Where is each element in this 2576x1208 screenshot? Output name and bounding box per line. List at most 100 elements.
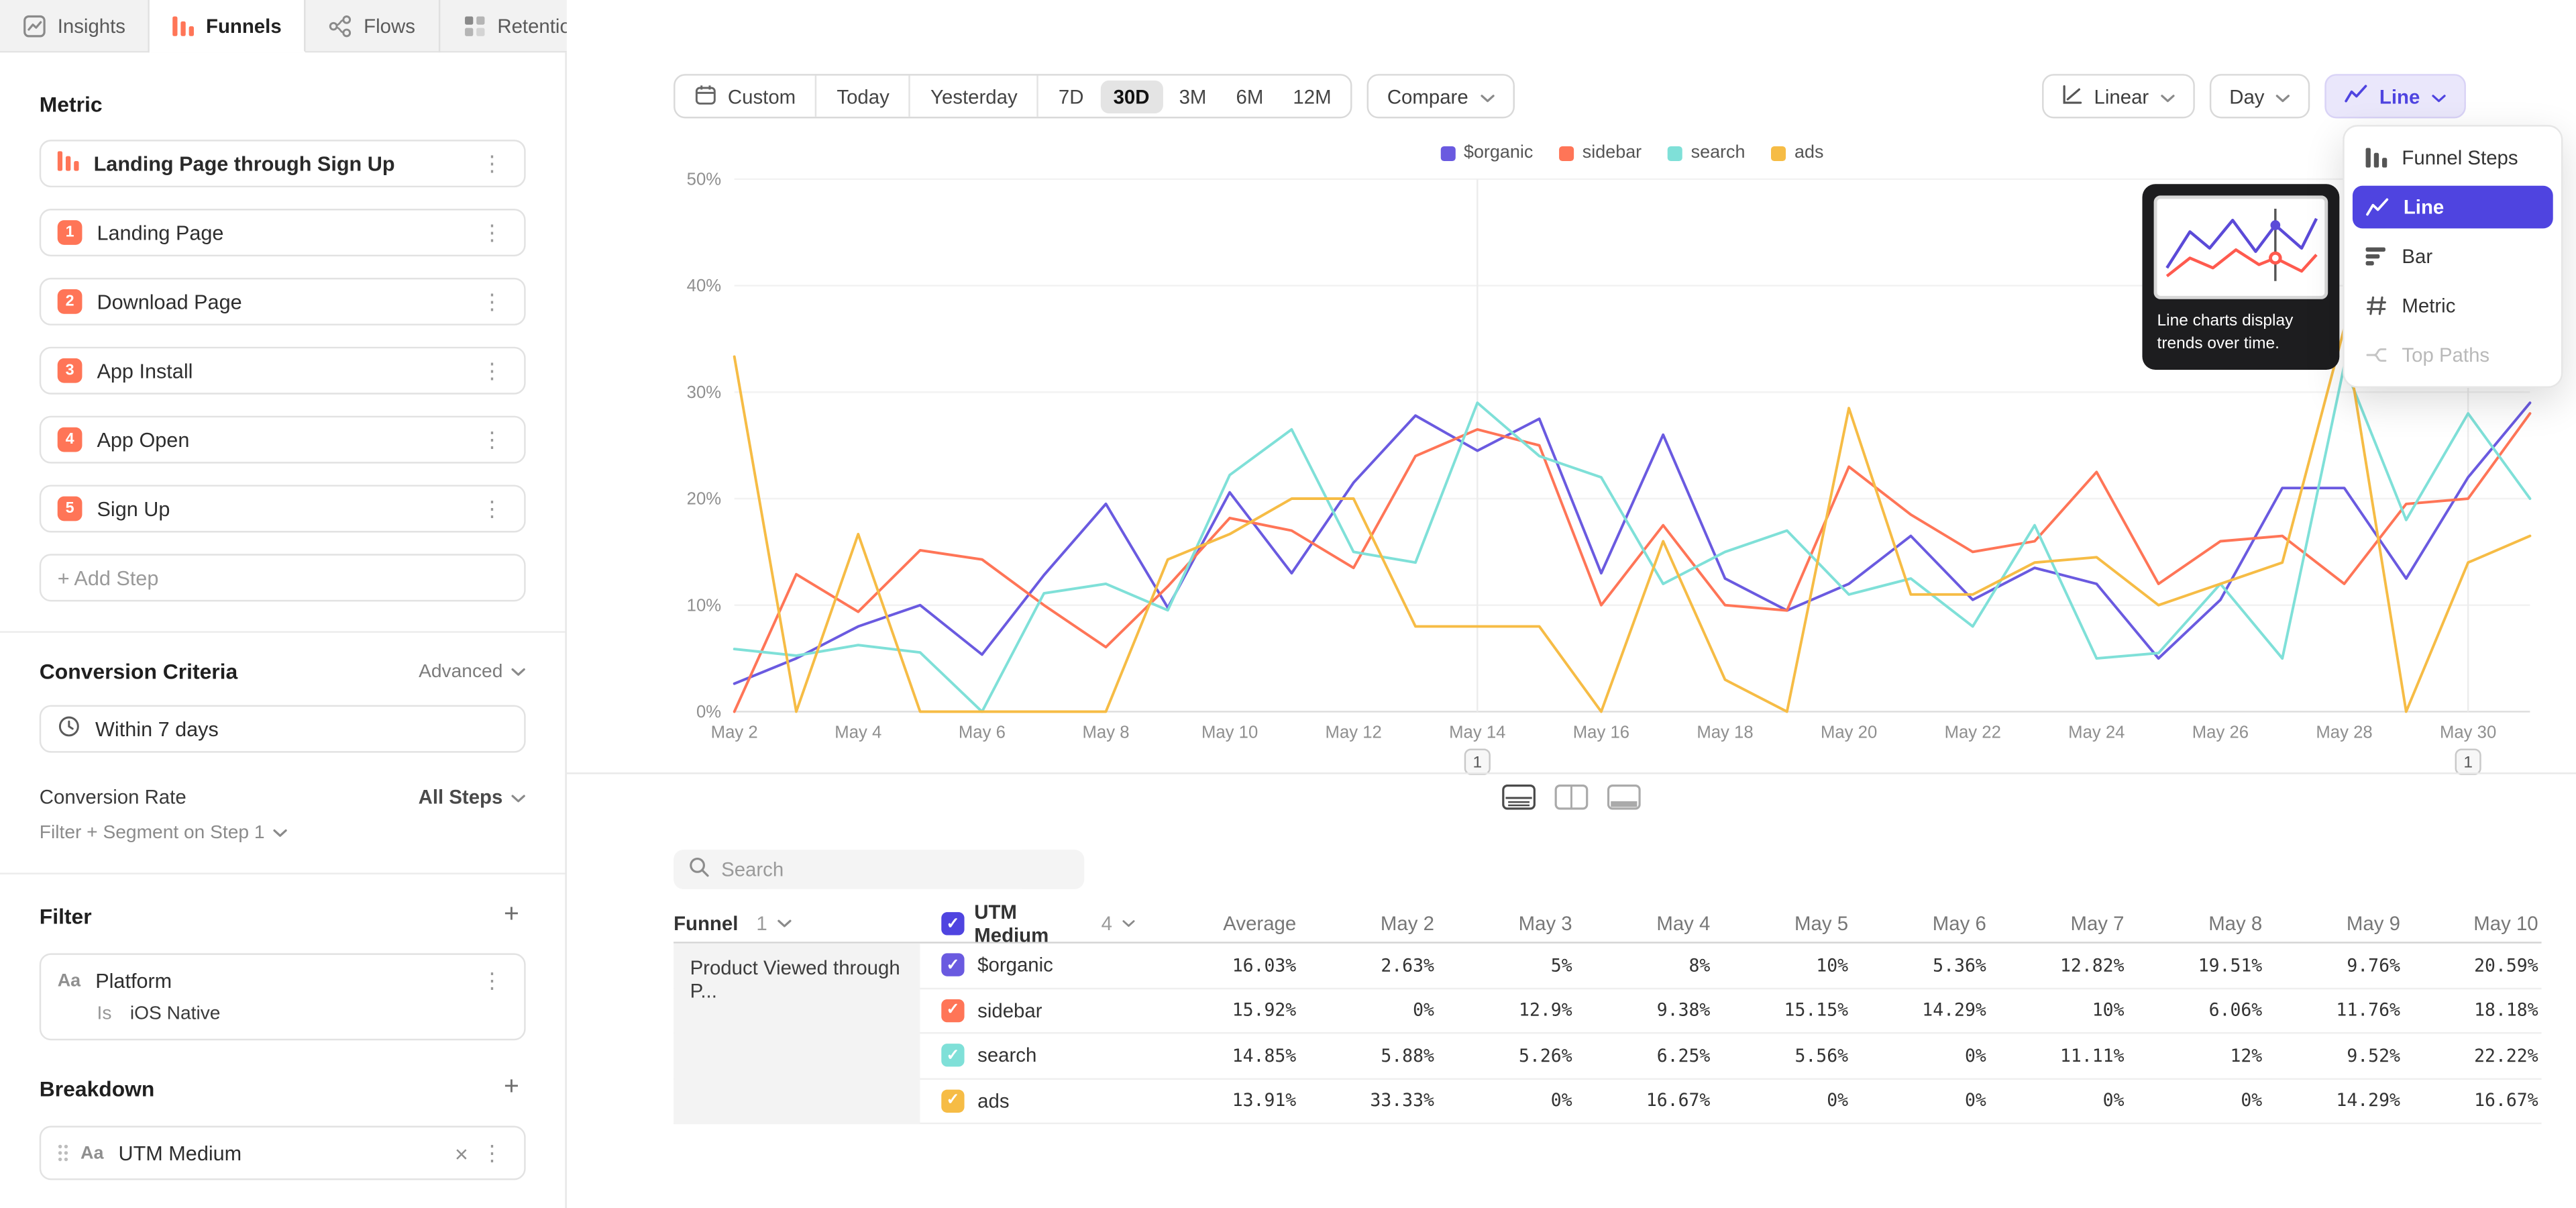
funnel-title-row[interactable]: Landing Page through Sign Up ⋮ xyxy=(40,140,526,187)
menu-item-line[interactable]: Line xyxy=(2353,186,2553,229)
breakdown-column-dropdown[interactable]: ✓ UTM Medium 4 xyxy=(941,901,1135,947)
layout-table-only-button[interactable] xyxy=(1605,783,1643,812)
tab-insights[interactable]: Insights xyxy=(0,0,150,52)
column-header[interactable]: May 8 xyxy=(2127,912,2265,935)
range-button-6m[interactable]: 6M xyxy=(1223,80,1277,113)
series-checkbox[interactable]: ✓ xyxy=(941,999,964,1021)
all-steps-dropdown[interactable]: All Steps xyxy=(419,786,526,809)
column-header[interactable]: May 10 xyxy=(2404,912,2542,935)
breakdown-column-count: 4 xyxy=(1102,912,1112,935)
advanced-dropdown[interactable]: Advanced xyxy=(419,662,526,681)
value-cell: 0% xyxy=(1299,1000,1438,1021)
kebab-icon[interactable]: ⋮ xyxy=(476,1139,508,1167)
add-step-button[interactable]: + Add Step xyxy=(40,554,526,601)
range-button-12m[interactable]: 12M xyxy=(1280,80,1344,113)
funnel-steps-icon xyxy=(2366,148,2387,167)
divider xyxy=(0,631,565,632)
menu-item-funnel-steps[interactable]: Funnel Steps xyxy=(2353,136,2553,179)
series-checkbox[interactable]: ✓ xyxy=(941,954,964,976)
x-tick-label: May 24 xyxy=(2068,723,2125,742)
column-header[interactable]: May 5 xyxy=(1713,912,1851,935)
value-cell: 5.26% xyxy=(1438,1045,1576,1066)
date-button-yesterday[interactable]: Yesterday xyxy=(911,76,1039,117)
menu-item-metric[interactable]: Metric xyxy=(2353,285,2553,328)
remove-breakdown-icon[interactable]: × xyxy=(447,1140,477,1166)
value-cell: 0% xyxy=(1851,1045,1990,1066)
add-filter-button[interactable]: + xyxy=(497,901,525,930)
series-checkbox[interactable]: ✓ xyxy=(941,1044,964,1067)
conversion-window-row[interactable]: Within 7 days xyxy=(40,705,526,753)
drag-handle-icon[interactable] xyxy=(58,1144,69,1162)
range-button-7d[interactable]: 7D xyxy=(1045,80,1097,113)
column-header[interactable]: Average xyxy=(1135,912,1299,935)
layout-split-button[interactable] xyxy=(1552,783,1590,812)
value-cell: 16.03% xyxy=(1135,954,1299,976)
column-header[interactable]: May 7 xyxy=(1990,912,2128,935)
chevron-down-icon xyxy=(511,662,526,681)
date-button-custom[interactable]: Custom xyxy=(676,76,817,117)
column-header[interactable]: May 6 xyxy=(1851,912,1990,935)
menu-item-label: Top Paths xyxy=(2402,344,2489,366)
line-chart-icon xyxy=(2345,84,2367,109)
chart-type-menu: Funnel Steps Line Bar Metric Top Paths xyxy=(2343,125,2563,388)
column-header[interactable]: May 3 xyxy=(1438,912,1576,935)
funnel-step-app-install[interactable]: 3 App Install ⋮ xyxy=(40,347,526,395)
chart-type-label: Line xyxy=(2379,85,2420,107)
menu-item-bar[interactable]: Bar xyxy=(2353,235,2553,278)
menu-item-label: Metric xyxy=(2402,294,2455,317)
breakdown-card-utm-medium[interactable]: Aa UTM Medium × ⋮ xyxy=(40,1126,526,1180)
add-breakdown-button[interactable]: + xyxy=(497,1073,525,1103)
search-input[interactable] xyxy=(721,858,1069,880)
kebab-icon[interactable]: ⋮ xyxy=(476,425,508,454)
x-tick-label: May 8 xyxy=(1083,723,1130,742)
filter-segment-dropdown[interactable]: Filter + Segment on Step 1 xyxy=(40,823,288,843)
funnel-step-landing-page[interactable]: 1 Landing Page ⋮ xyxy=(40,209,526,256)
advanced-label: Advanced xyxy=(419,662,502,681)
kebab-icon[interactable]: ⋮ xyxy=(476,150,508,178)
tab-funnels[interactable]: Funnels xyxy=(150,0,307,52)
series-line-ads[interactable] xyxy=(735,328,2530,711)
layout-chart-and-table-button[interactable] xyxy=(1500,783,1538,812)
column-header[interactable]: May 9 xyxy=(2265,912,2404,935)
tab-flows[interactable]: Flows xyxy=(306,0,439,52)
funnel-step-app-open[interactable]: 4 App Open ⋮ xyxy=(40,416,526,464)
column-header[interactable]: May 2 xyxy=(1299,912,1438,935)
compare-button[interactable]: Compare xyxy=(1367,74,1514,118)
kebab-icon[interactable]: ⋮ xyxy=(476,356,508,385)
value-cell: 12% xyxy=(2127,1045,2265,1066)
insights-icon xyxy=(23,15,46,38)
filter-value[interactable]: iOS Native xyxy=(130,1004,221,1023)
tab-label: Insights xyxy=(58,15,125,38)
value-cell: 18.18% xyxy=(2404,1000,2542,1021)
scale-button[interactable]: Linear xyxy=(2041,74,2195,118)
funnel-step-sign-up[interactable]: 5 Sign Up ⋮ xyxy=(40,485,526,532)
series-line-organic[interactable] xyxy=(735,403,2530,683)
series-checkbox[interactable]: ✓ xyxy=(941,1089,964,1112)
table-search xyxy=(674,850,1084,889)
date-button-today[interactable]: Today xyxy=(817,76,911,117)
step-number-badge: 3 xyxy=(58,358,83,383)
value-cell: 10% xyxy=(1990,1000,2128,1021)
range-button-3m[interactable]: 3M xyxy=(1166,80,1220,113)
range-button-30d[interactable]: 30D xyxy=(1100,80,1163,113)
line-chart-icon xyxy=(2366,197,2389,217)
funnel-icon xyxy=(58,151,79,176)
kebab-icon[interactable]: ⋮ xyxy=(476,288,508,316)
chart-controls: Linear Day Line xyxy=(2041,74,2466,118)
kebab-icon[interactable]: ⋮ xyxy=(476,966,508,995)
kebab-icon[interactable]: ⋮ xyxy=(476,495,508,523)
kebab-icon[interactable]: ⋮ xyxy=(476,219,508,247)
value-cell: 11.11% xyxy=(1990,1045,2128,1066)
granularity-button[interactable]: Day xyxy=(2210,74,2310,118)
series-line-sidebar[interactable] xyxy=(735,413,2530,711)
x-tick-label: May 12 xyxy=(1326,723,1382,742)
chart-type-button[interactable]: Line xyxy=(2325,74,2466,118)
funnel-step-download-page[interactable]: 2 Download Page ⋮ xyxy=(40,278,526,325)
column-header[interactable]: May 4 xyxy=(1576,912,1714,935)
table-row-sidebar: ✓ sidebar 15.92%0%12.9%9.38%15.15%14.29%… xyxy=(674,989,2541,1034)
row-group-cell[interactable]: Product Viewed through P... xyxy=(674,944,920,1124)
select-all-checkbox[interactable]: ✓ xyxy=(941,912,964,935)
funnel-column-dropdown[interactable]: Funnel 1 xyxy=(674,912,792,935)
date-button-label: Yesterday xyxy=(930,85,1018,107)
filter-card-platform[interactable]: Aa Platform ⋮ Is iOS Native xyxy=(40,953,526,1040)
